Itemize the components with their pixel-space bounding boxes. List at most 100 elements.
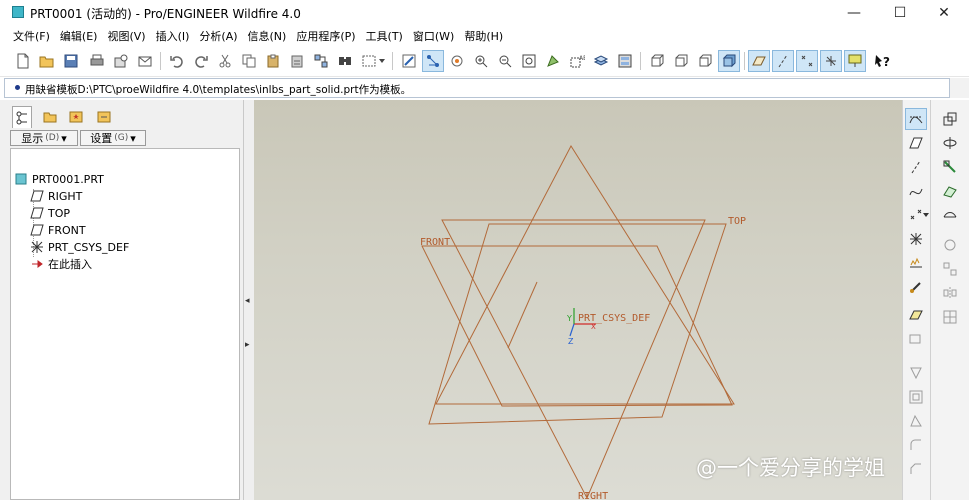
view-manager-icon[interactable]: [614, 50, 636, 72]
menu-help[interactable]: 帮助(H): [459, 28, 508, 44]
tree-item-top[interactable]: TOP: [29, 205, 70, 221]
find-icon[interactable]: [334, 50, 356, 72]
offset-tool-icon[interactable]: [905, 328, 927, 350]
favorites-tab[interactable]: [66, 106, 86, 126]
undo-icon[interactable]: [166, 50, 188, 72]
navigator-panel: 显示 (D) ▾ 设置 (G) ▾ PRT0001.PRT RIGHT TOP FRON…: [0, 100, 244, 500]
hole-tool-icon[interactable]: [905, 362, 927, 384]
folder-browser-tab[interactable]: [40, 106, 60, 126]
label-csys: PRT_CSYS_DEF: [578, 313, 650, 324]
blend-tool-icon[interactable]: [939, 180, 961, 202]
menu-view[interactable]: 视图(V): [102, 28, 150, 44]
datum-plane-icon: [29, 206, 45, 220]
save-icon[interactable]: [60, 50, 82, 72]
menu-tools[interactable]: 工具(T): [361, 28, 408, 44]
tree-item-part[interactable]: PRT0001.PRT: [13, 171, 104, 187]
cut-icon[interactable]: [214, 50, 236, 72]
label-front: FRONT: [420, 237, 450, 248]
show-dropdown[interactable]: 显示 (D) ▾: [10, 130, 78, 146]
paste-icon[interactable]: [262, 50, 284, 72]
csys-tool-icon[interactable]: [905, 228, 927, 250]
graphics-window[interactable]: FRONT TOP RIGHT PRT_CSYS_DEF Y Z X: [254, 100, 902, 500]
draft-tool-icon[interactable]: [905, 410, 927, 432]
tree-item-csys[interactable]: PRT_CSYS_DEF: [29, 239, 129, 255]
sweep-tool-icon[interactable]: [939, 156, 961, 178]
tree-item-insert-here[interactable]: 在此插入: [29, 256, 92, 272]
model-tree-tab[interactable]: [12, 106, 32, 128]
window-title: PRT0001 (活动的) - Pro/ENGINEER Wildfire 4.…: [30, 7, 301, 21]
no-hidden-icon[interactable]: [694, 50, 716, 72]
menu-edit[interactable]: 编辑(E): [55, 28, 103, 44]
spin-center-icon[interactable]: [422, 50, 444, 72]
repaint-icon[interactable]: [398, 50, 420, 72]
menu-applications[interactable]: 应用程序(P): [291, 28, 360, 44]
new-file-icon[interactable]: [12, 50, 34, 72]
title-bar: PRT0001 (活动的) - Pro/ENGINEER Wildfire 4.…: [0, 0, 969, 26]
datum-plane-right: [435, 144, 735, 405]
select-dropdown-icon[interactable]: [376, 50, 388, 72]
save-copy-icon[interactable]: [110, 50, 132, 72]
panel-splitter[interactable]: ◂ ▸: [244, 100, 254, 500]
redo-icon[interactable]: [190, 50, 212, 72]
email-icon[interactable]: [134, 50, 156, 72]
connections-tab[interactable]: [94, 106, 114, 126]
extrude-tool-icon[interactable]: [939, 108, 961, 130]
collapse-arrow-icon[interactable]: ◂: [245, 296, 250, 306]
zoom-out-icon[interactable]: [494, 50, 516, 72]
refit-icon[interactable]: [518, 50, 540, 72]
print-icon[interactable]: [86, 50, 108, 72]
wireframe-icon[interactable]: [646, 50, 668, 72]
csys-icon[interactable]: [820, 50, 842, 72]
expand-arrow-icon[interactable]: ▸: [245, 340, 250, 350]
chamfer-tool-icon[interactable]: [905, 458, 927, 480]
settings-dropdown[interactable]: 设置 (G) ▾: [80, 130, 146, 146]
shading-icon[interactable]: [718, 50, 740, 72]
close-button[interactable]: ✕: [921, 0, 967, 26]
datum-planes-icon[interactable]: [748, 50, 770, 72]
datum-plane-tool-2-icon[interactable]: [905, 304, 927, 326]
tree-item-right[interactable]: RIGHT: [29, 188, 82, 204]
message-scrollbar[interactable]: [950, 78, 969, 98]
datum-points-icon[interactable]: [796, 50, 818, 72]
open-folder-icon[interactable]: [36, 50, 58, 72]
context-help-icon[interactable]: ?: [872, 50, 894, 72]
annotation-icon[interactable]: [844, 50, 866, 72]
orient-icon[interactable]: [446, 50, 468, 72]
revolve-tool-icon[interactable]: [939, 132, 961, 154]
pattern-tool-icon[interactable]: [939, 258, 961, 280]
analysis-feature-icon[interactable]: [905, 252, 927, 274]
paste-special-icon[interactable]: [286, 50, 308, 72]
hidden-line-icon[interactable]: [670, 50, 692, 72]
layers-icon[interactable]: [590, 50, 612, 72]
menu-info[interactable]: 信息(N): [243, 28, 292, 44]
menu-window[interactable]: 窗口(W): [408, 28, 459, 44]
merge-tool-icon[interactable]: [939, 306, 961, 328]
rib-tool-icon[interactable]: [939, 234, 961, 256]
zoom-in-icon[interactable]: [470, 50, 492, 72]
chevron-down-icon: ▾: [130, 131, 136, 145]
menu-insert[interactable]: 插入(I): [151, 28, 195, 44]
reorient-icon[interactable]: [542, 50, 564, 72]
round-tool-icon[interactable]: [905, 434, 927, 456]
sketch-tool-icon[interactable]: [905, 108, 927, 130]
tree-item-front[interactable]: FRONT: [29, 222, 86, 238]
menu-file[interactable]: 文件(F): [8, 28, 55, 44]
boundary-blend-icon[interactable]: [939, 204, 961, 226]
link-feature-icon[interactable]: [905, 276, 927, 298]
maximize-button[interactable]: ☐: [877, 0, 923, 26]
datum-curve-tool-icon[interactable]: [905, 180, 927, 202]
regenerate-icon[interactable]: [310, 50, 332, 72]
datum-axes-icon[interactable]: [772, 50, 794, 72]
axis-x-label: X: [591, 323, 596, 331]
mirror-tool-icon[interactable]: [939, 282, 961, 304]
insert-arrow-icon: [29, 257, 45, 271]
copy-icon[interactable]: [238, 50, 260, 72]
datum-plane-icon: [29, 189, 45, 203]
datum-plane-icon: [29, 223, 45, 237]
minimize-button[interactable]: —: [831, 0, 877, 26]
datum-axis-tool-icon[interactable]: [905, 156, 927, 178]
shell-tool-icon[interactable]: [905, 386, 927, 408]
menu-analysis[interactable]: 分析(A): [194, 28, 242, 44]
saved-views-icon[interactable]: AB: [566, 50, 588, 72]
datum-plane-tool-icon[interactable]: [905, 132, 927, 154]
